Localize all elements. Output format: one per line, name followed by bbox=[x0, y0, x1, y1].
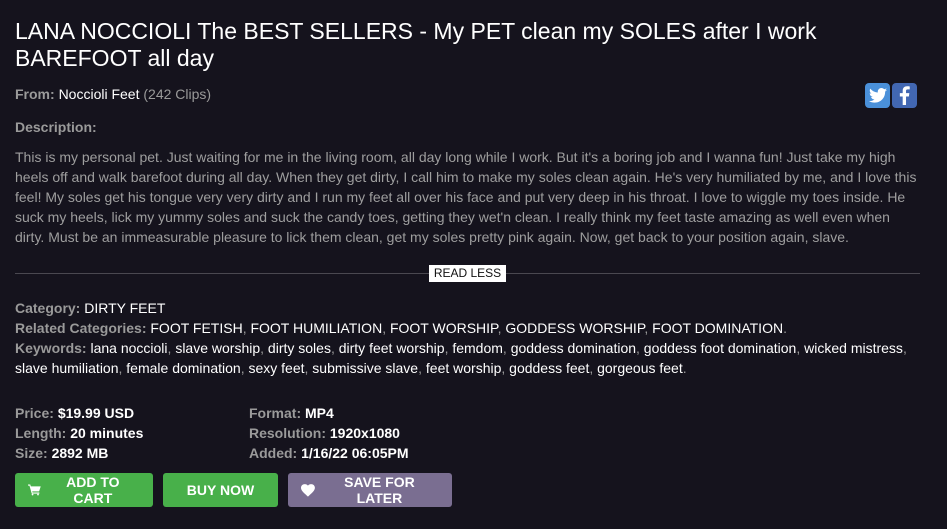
keyword-link[interactable]: femdom bbox=[452, 340, 503, 356]
keyword-link[interactable]: lana noccioli bbox=[90, 340, 167, 356]
size-row: Size: 2892 MB bbox=[15, 445, 109, 461]
size-value: 2892 MB bbox=[51, 445, 109, 461]
from-label: From: bbox=[15, 86, 55, 102]
add-to-cart-button[interactable]: ADD TO CART bbox=[15, 473, 153, 507]
related-category-link[interactable]: FOOT FETISH bbox=[150, 320, 242, 336]
twitter-share-button[interactable] bbox=[865, 83, 890, 108]
resolution-value: 1920x1080 bbox=[329, 425, 400, 441]
keyword-link[interactable]: female domination bbox=[126, 360, 240, 376]
related-category-link[interactable]: GODDESS WORSHIP bbox=[505, 320, 644, 336]
specs-right: Format: MP4 Resolution: 1920x1080 Added:… bbox=[249, 403, 409, 463]
description-label: Description: bbox=[15, 119, 97, 135]
category-link[interactable]: DIRTY FEET bbox=[84, 300, 165, 316]
price-value: $19.99 USD bbox=[57, 405, 135, 421]
add-to-cart-label: ADD TO CART bbox=[66, 474, 120, 506]
facebook-icon bbox=[899, 86, 910, 105]
keyword-link[interactable]: dirty soles bbox=[268, 340, 331, 356]
keywords-label: Keywords: bbox=[15, 340, 87, 356]
description-text: This is my personal pet. Just waiting fo… bbox=[15, 149, 917, 245]
clip-count: (242 Clips) bbox=[143, 86, 212, 102]
keyword-link[interactable]: sexy feet bbox=[248, 360, 304, 376]
related-category-link[interactable]: FOOT WORSHIP bbox=[390, 320, 498, 336]
related-category-link[interactable]: FOOT HUMILIATION bbox=[250, 320, 382, 336]
keyword-link[interactable]: dirty feet worship bbox=[339, 340, 445, 356]
added-value: 1/16/22 06:05PM bbox=[301, 445, 409, 461]
purchase-actions: ADD TO CART BUY NOW SAVE FOR LATER bbox=[15, 473, 452, 507]
length-value: 20 minutes bbox=[70, 425, 144, 441]
related-categories-label: Related Categories: bbox=[15, 320, 147, 336]
specs-left: Price: $19.99 USD Length: 20 minutes Siz… bbox=[15, 403, 143, 463]
clip-source: From: Noccioli Feet (242 Clips) bbox=[15, 86, 211, 102]
category-row: Category: DIRTY FEET bbox=[15, 298, 925, 318]
save-for-later-button[interactable]: SAVE FOR LATER bbox=[288, 473, 452, 507]
format-value: MP4 bbox=[305, 405, 334, 421]
price-row: Price: $19.99 USD bbox=[15, 405, 135, 421]
added-row: Added: 1/16/22 06:05PM bbox=[249, 445, 409, 461]
keyword-link[interactable]: goddess feet bbox=[509, 360, 589, 376]
keyword-link[interactable]: goddess foot domination bbox=[644, 340, 797, 356]
length-row: Length: 20 minutes bbox=[15, 425, 144, 441]
keyword-link[interactable]: submissive slave bbox=[312, 360, 418, 376]
heart-icon bbox=[301, 483, 315, 497]
resolution-row: Resolution: 1920x1080 bbox=[249, 425, 400, 441]
studio-link[interactable]: Noccioli Feet bbox=[59, 86, 140, 102]
read-less-button[interactable]: READ LESS bbox=[429, 265, 506, 282]
related-categories-row: Related Categories: FOOT FETISH, FOOT HU… bbox=[15, 320, 787, 336]
related-category-link[interactable]: FOOT DOMINATION bbox=[652, 320, 783, 336]
share-buttons bbox=[865, 83, 917, 108]
keyword-link[interactable]: goddess domination bbox=[511, 340, 636, 356]
facebook-share-button[interactable] bbox=[892, 83, 917, 108]
clip-metadata: Category: DIRTY FEET Related Categories:… bbox=[15, 298, 925, 378]
keyword-link[interactable]: slave worship bbox=[175, 340, 260, 356]
keyword-link[interactable]: gorgeous feet bbox=[597, 360, 683, 376]
category-label: Category: bbox=[15, 300, 81, 316]
keyword-link[interactable]: slave humiliation bbox=[15, 360, 119, 376]
keyword-link[interactable]: wicked mistress bbox=[804, 340, 903, 356]
save-for-later-label: SAVE FOR LATER bbox=[344, 474, 415, 506]
cart-icon bbox=[28, 484, 41, 496]
keywords-row: Keywords: lana noccioli, slave worship, … bbox=[15, 340, 907, 376]
keyword-link[interactable]: feet worship bbox=[426, 360, 501, 376]
buy-now-button[interactable]: BUY NOW bbox=[163, 473, 278, 507]
twitter-icon bbox=[868, 88, 887, 103]
format-row: Format: MP4 bbox=[249, 405, 334, 421]
page-title: LANA NOCCIOLI The BEST SELLERS - My PET … bbox=[15, 18, 817, 71]
